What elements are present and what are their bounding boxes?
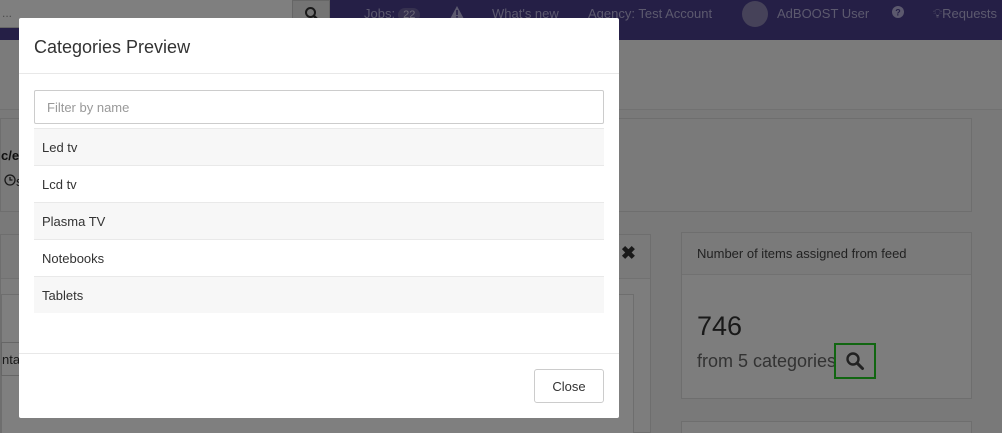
modal-body: Led tv Lcd tv Plasma TV Notebooks Tablet… [34, 90, 604, 313]
modal-title: Categories Preview [34, 37, 191, 57]
close-button[interactable]: Close [534, 369, 604, 403]
list-item[interactable]: Plasma TV [34, 202, 604, 239]
modal-header: Categories Preview [19, 18, 619, 74]
list-item[interactable]: Notebooks [34, 239, 604, 276]
categories-preview-modal: Categories Preview Led tv Lcd tv Plasma … [19, 18, 619, 418]
filter-by-name-input[interactable] [34, 90, 604, 124]
category-list: Led tv Lcd tv Plasma TV Notebooks Tablet… [34, 128, 604, 313]
list-item[interactable]: Tablets [34, 276, 604, 313]
list-item[interactable]: Lcd tv [34, 165, 604, 202]
list-item[interactable]: Led tv [34, 128, 604, 165]
modal-footer: Close [19, 353, 619, 418]
